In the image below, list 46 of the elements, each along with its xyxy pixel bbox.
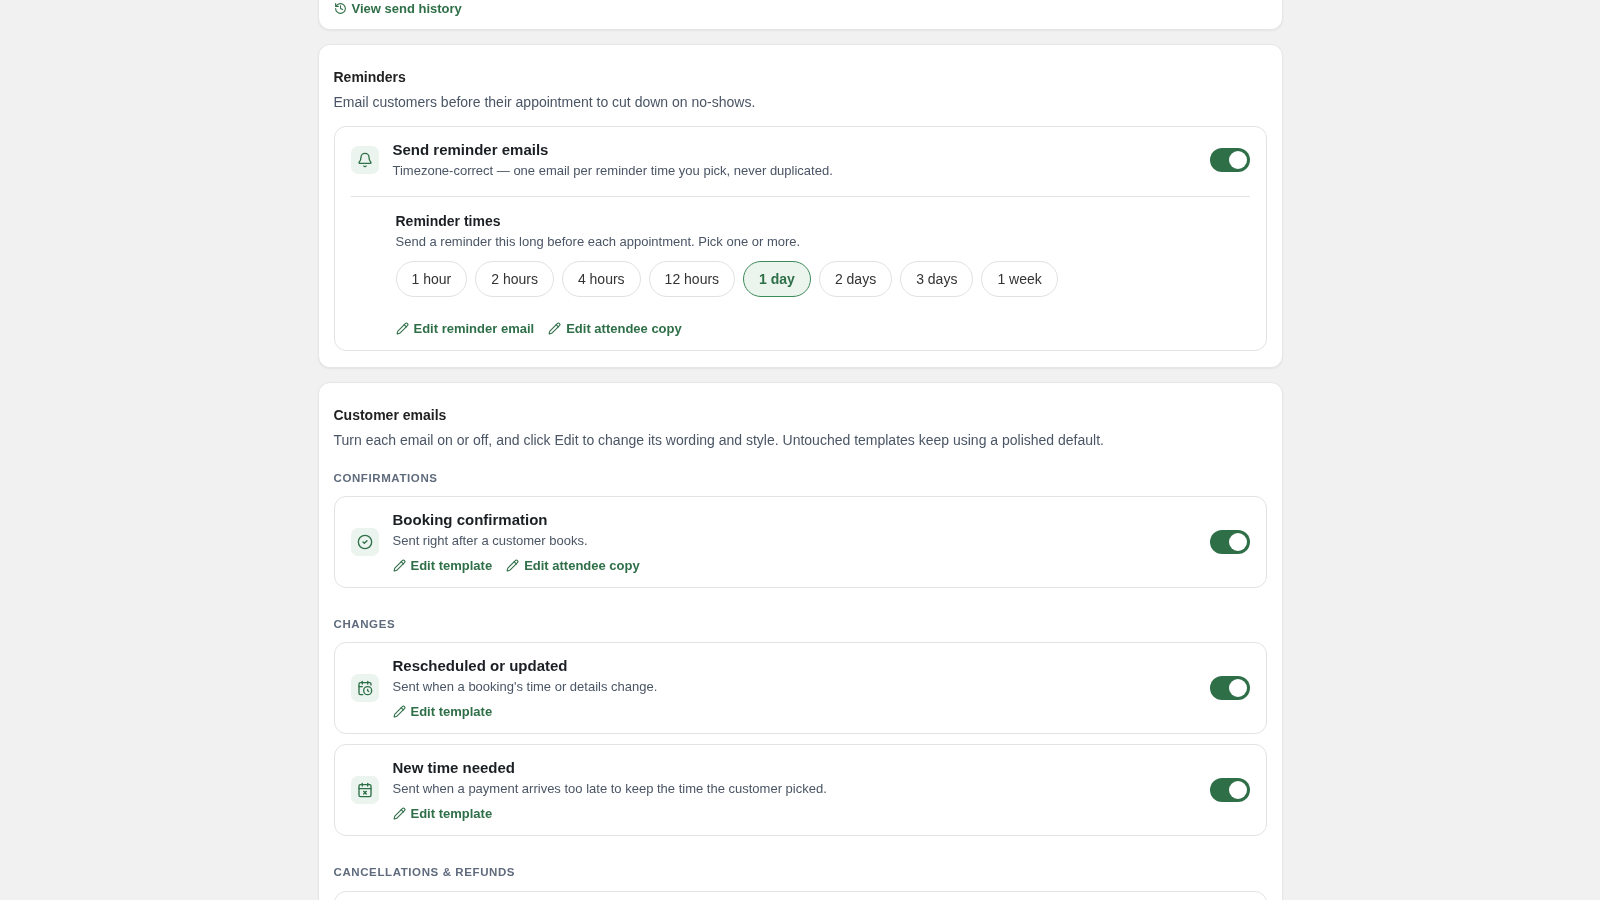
- subsection-description: Send a reminder this long before each appointment. Pick one or more.: [395, 234, 802, 249]
- pencil-icon: [548, 322, 562, 335]
- toggle-switch[interactable]: [1209, 530, 1250, 554]
- edit-link[interactable]: Edit template: [392, 806, 493, 821]
- edit-link[interactable]: Edit template: [392, 704, 493, 719]
- group-heading: CANCELLATIONS & REFUNDS: [333, 866, 517, 878]
- section-description: Turn each email on or off, and click Edit to change its wording and style. Untouched templates keep using a polished default.: [333, 432, 1105, 448]
- email-description: Sent right after a customer books.: [392, 533, 589, 548]
- pencil-icon: [395, 322, 409, 335]
- email-description: Sent when a booking's time or details change.: [392, 679, 659, 694]
- time-chip[interactable]: 12 hours: [648, 261, 736, 297]
- email-description: Sent when a payment arrives too late to keep the time the customer picked.: [392, 781, 828, 796]
- pencil-icon: [392, 559, 406, 572]
- subsection-title: Reminder times: [395, 213, 502, 229]
- history-link[interactable]: View send history: [333, 1, 462, 16]
- section-description: Email customers before their appointment to cut down on no-shows.: [333, 94, 757, 110]
- time-chip[interactable]: 1 hour: [395, 261, 468, 297]
- edit-link[interactable]: Edit reminder email: [395, 321, 535, 336]
- toggle-switch[interactable]: [1209, 778, 1250, 802]
- history-icon: [333, 2, 347, 15]
- setting-description: Timezone-correct — one email per reminder time you pick, never duplicated.: [392, 163, 834, 178]
- calendar-clock-icon: [350, 674, 379, 702]
- edit-link[interactable]: Edit template: [392, 558, 493, 573]
- pencil-icon: [392, 705, 406, 718]
- time-chip[interactable]: 4 hours: [561, 261, 641, 297]
- pencil-icon: [392, 807, 406, 820]
- toggle-switch[interactable]: [1209, 147, 1250, 172]
- section-title: Customer emails: [333, 407, 448, 423]
- time-chip[interactable]: 1 week: [981, 261, 1058, 297]
- edit-link[interactable]: Edit attendee copy: [548, 321, 682, 336]
- email-title: Booking confirmation: [392, 511, 549, 528]
- setting-title: Send reminder emails: [392, 141, 550, 158]
- edit-link[interactable]: Edit attendee copy: [506, 558, 640, 573]
- calendar-x-icon: [350, 776, 379, 804]
- bell-icon: [350, 145, 379, 174]
- section-title: Reminders: [333, 69, 407, 85]
- time-chip[interactable]: 3 days: [900, 261, 974, 297]
- toggle-switch[interactable]: [1209, 676, 1250, 700]
- time-chip[interactable]: 2 hours: [475, 261, 554, 297]
- group-heading: CONFIRMATIONS: [333, 472, 439, 484]
- time-chip[interactable]: 2 days: [818, 261, 893, 297]
- email-title: New time needed: [392, 759, 517, 776]
- group-heading: CHANGES: [333, 618, 397, 630]
- email-title: Rescheduled or updated: [392, 657, 569, 674]
- pencil-icon: [506, 559, 520, 572]
- time-chip[interactable]: 1 day: [743, 261, 811, 297]
